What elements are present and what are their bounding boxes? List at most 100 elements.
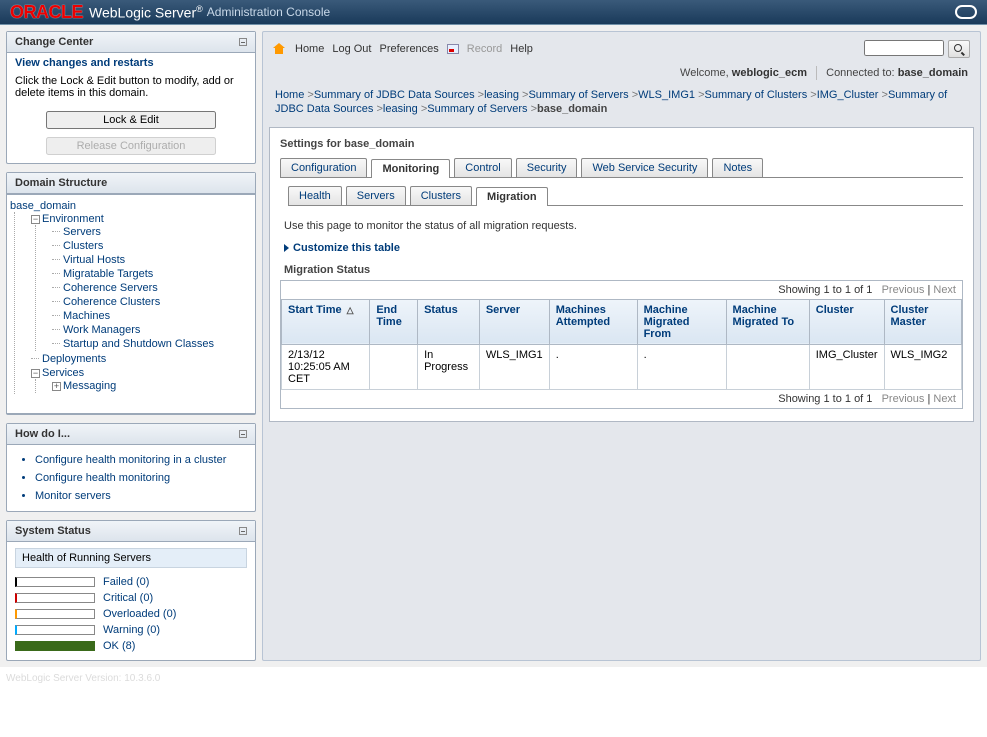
status-link[interactable]: Failed (0) [103, 576, 149, 588]
column-header[interactable]: Start Time △ [282, 299, 370, 344]
how-do-i-link[interactable]: Configure health monitoring [35, 472, 170, 484]
breadcrumb-link[interactable]: leasing [383, 103, 418, 115]
tree-environment[interactable]: Environment [42, 213, 104, 225]
tree-item[interactable]: Coherence Servers [63, 282, 158, 294]
record-link: Record [467, 43, 502, 55]
release-config-button[interactable]: Release Configuration [46, 137, 216, 155]
tab-notes[interactable]: Notes [712, 158, 763, 177]
tab-control[interactable]: Control [454, 158, 511, 177]
tree-item[interactable]: Coherence Clusters [63, 296, 160, 308]
footer-version: WebLogic Server Version: 10.3.6.0 [0, 667, 987, 684]
table-cell: WLS_IMG1 [479, 344, 549, 389]
column-header[interactable]: Cluster Master [884, 299, 962, 344]
column-header[interactable]: End Time [370, 299, 418, 344]
record-icon [447, 44, 459, 54]
breadcrumb-link[interactable]: Summary of JDBC Data Sources [314, 89, 475, 101]
column-header[interactable]: Machines Attempted [549, 299, 637, 344]
tree-item[interactable]: Startup and Shutdown Classes [63, 338, 214, 350]
breadcrumb-link[interactable]: WLS_IMG1 [638, 89, 695, 101]
domain-structure-portlet: Domain Structure base_domain −Environmen… [6, 172, 256, 415]
status-link[interactable]: Overloaded (0) [103, 608, 176, 620]
tree-item[interactable]: Machines [63, 310, 110, 322]
collapse-icon[interactable] [239, 430, 247, 438]
expand-icon[interactable]: − [31, 369, 40, 378]
tree-item[interactable]: Migratable Targets [63, 268, 153, 280]
logo-area: ORACLE WebLogic Server® Administration C… [10, 2, 330, 23]
tab-web-service-security[interactable]: Web Service Security [581, 158, 708, 177]
tab-security[interactable]: Security [516, 158, 578, 177]
lock-edit-button[interactable]: Lock & Edit [46, 111, 216, 129]
welcome-user: weblogic_ecm [732, 67, 807, 79]
table-wrap: Showing 1 to 1 of 1 Previous | Next Star… [280, 280, 963, 409]
table-cell: . [549, 344, 637, 389]
prev-link: Previous [882, 393, 925, 405]
breadcrumb-link[interactable]: leasing [484, 89, 519, 101]
how-do-i-link[interactable]: Configure health monitoring in a cluster [35, 454, 226, 466]
breadcrumb-link[interactable]: Summary of Servers [427, 103, 527, 115]
customize-table-link[interactable]: Customize this table [280, 242, 404, 260]
breadcrumb-link[interactable]: Home [275, 89, 304, 101]
oracle-logo: ORACLE [10, 2, 83, 23]
tree-item[interactable]: Servers [63, 226, 101, 238]
table-cell: 2/13/12 10:25:05 AM CET [282, 344, 370, 389]
oracle-o-icon [955, 5, 977, 19]
change-center-header: Change Center [7, 32, 255, 53]
status-link[interactable]: Warning (0) [103, 624, 160, 636]
home-link[interactable]: Home [295, 43, 324, 55]
status-bar [15, 625, 95, 635]
column-header[interactable]: Server [479, 299, 549, 344]
pager-top: Showing 1 to 1 of 1 Previous | Next [281, 281, 962, 299]
search-input[interactable] [864, 40, 944, 56]
logout-link[interactable]: Log Out [332, 43, 371, 55]
breadcrumb-current: base_domain [537, 103, 607, 115]
tab-health[interactable]: Health [288, 186, 342, 205]
prev-link: Previous [882, 284, 925, 296]
table-cell: . [637, 344, 726, 389]
tree-item[interactable]: Virtual Hosts [63, 254, 125, 266]
column-header[interactable]: Machine Migrated To [726, 299, 809, 344]
status-row: OK (8) [15, 638, 247, 654]
search-button[interactable] [948, 40, 970, 58]
migration-table: Start Time △End TimeStatusServerMachines… [281, 299, 962, 390]
domain-tree[interactable]: base_domain −Environment ServersClusters… [6, 194, 256, 414]
status-bar [15, 593, 95, 603]
tree-item[interactable]: Clusters [63, 240, 103, 252]
how-do-i-portlet: How do I... Configure health monitoring … [6, 423, 256, 512]
next-link: Next [933, 393, 956, 405]
status-row: Overloaded (0) [15, 606, 247, 622]
sort-asc-icon: △ [347, 305, 354, 315]
preferences-link[interactable]: Preferences [379, 43, 438, 55]
tree-services[interactable]: Services [42, 367, 84, 379]
expand-icon[interactable]: + [52, 382, 61, 391]
product-name: WebLogic Server® [89, 4, 203, 21]
tree-root[interactable]: base_domain [10, 200, 76, 212]
breadcrumb: Home >Summary of JDBC Data Sources >leas… [269, 84, 974, 121]
view-changes-link[interactable]: View changes and restarts [7, 53, 255, 75]
tree-item[interactable]: Work Managers [63, 324, 140, 336]
product-subtitle: Administration Console [207, 5, 330, 19]
status-link[interactable]: OK (8) [103, 640, 135, 652]
change-center-portlet: Change Center View changes and restarts … [6, 31, 256, 164]
how-do-i-link[interactable]: Monitor servers [35, 490, 111, 502]
breadcrumb-link[interactable]: Summary of Servers [528, 89, 628, 101]
how-do-i-header: How do I... [7, 424, 255, 445]
breadcrumb-link[interactable]: IMG_Cluster [817, 89, 879, 101]
tab-monitoring[interactable]: Monitoring [371, 159, 450, 178]
tab-migration[interactable]: Migration [476, 187, 548, 206]
tree-messaging[interactable]: Messaging [63, 380, 116, 392]
tab-configuration[interactable]: Configuration [280, 158, 367, 177]
tab-clusters[interactable]: Clusters [410, 186, 472, 205]
column-header[interactable]: Cluster [809, 299, 884, 344]
column-header[interactable]: Machine Migrated From [637, 299, 726, 344]
status-bar [15, 609, 95, 619]
health-sub-header: Health of Running Servers [15, 548, 247, 568]
expand-icon[interactable]: − [31, 215, 40, 224]
tree-deployments[interactable]: Deployments [42, 353, 106, 365]
column-header[interactable]: Status [418, 299, 480, 344]
collapse-icon[interactable] [239, 527, 247, 535]
collapse-icon[interactable] [239, 38, 247, 46]
help-link[interactable]: Help [510, 43, 533, 55]
breadcrumb-link[interactable]: Summary of Clusters [705, 89, 808, 101]
tab-servers[interactable]: Servers [346, 186, 406, 205]
status-link[interactable]: Critical (0) [103, 592, 153, 604]
